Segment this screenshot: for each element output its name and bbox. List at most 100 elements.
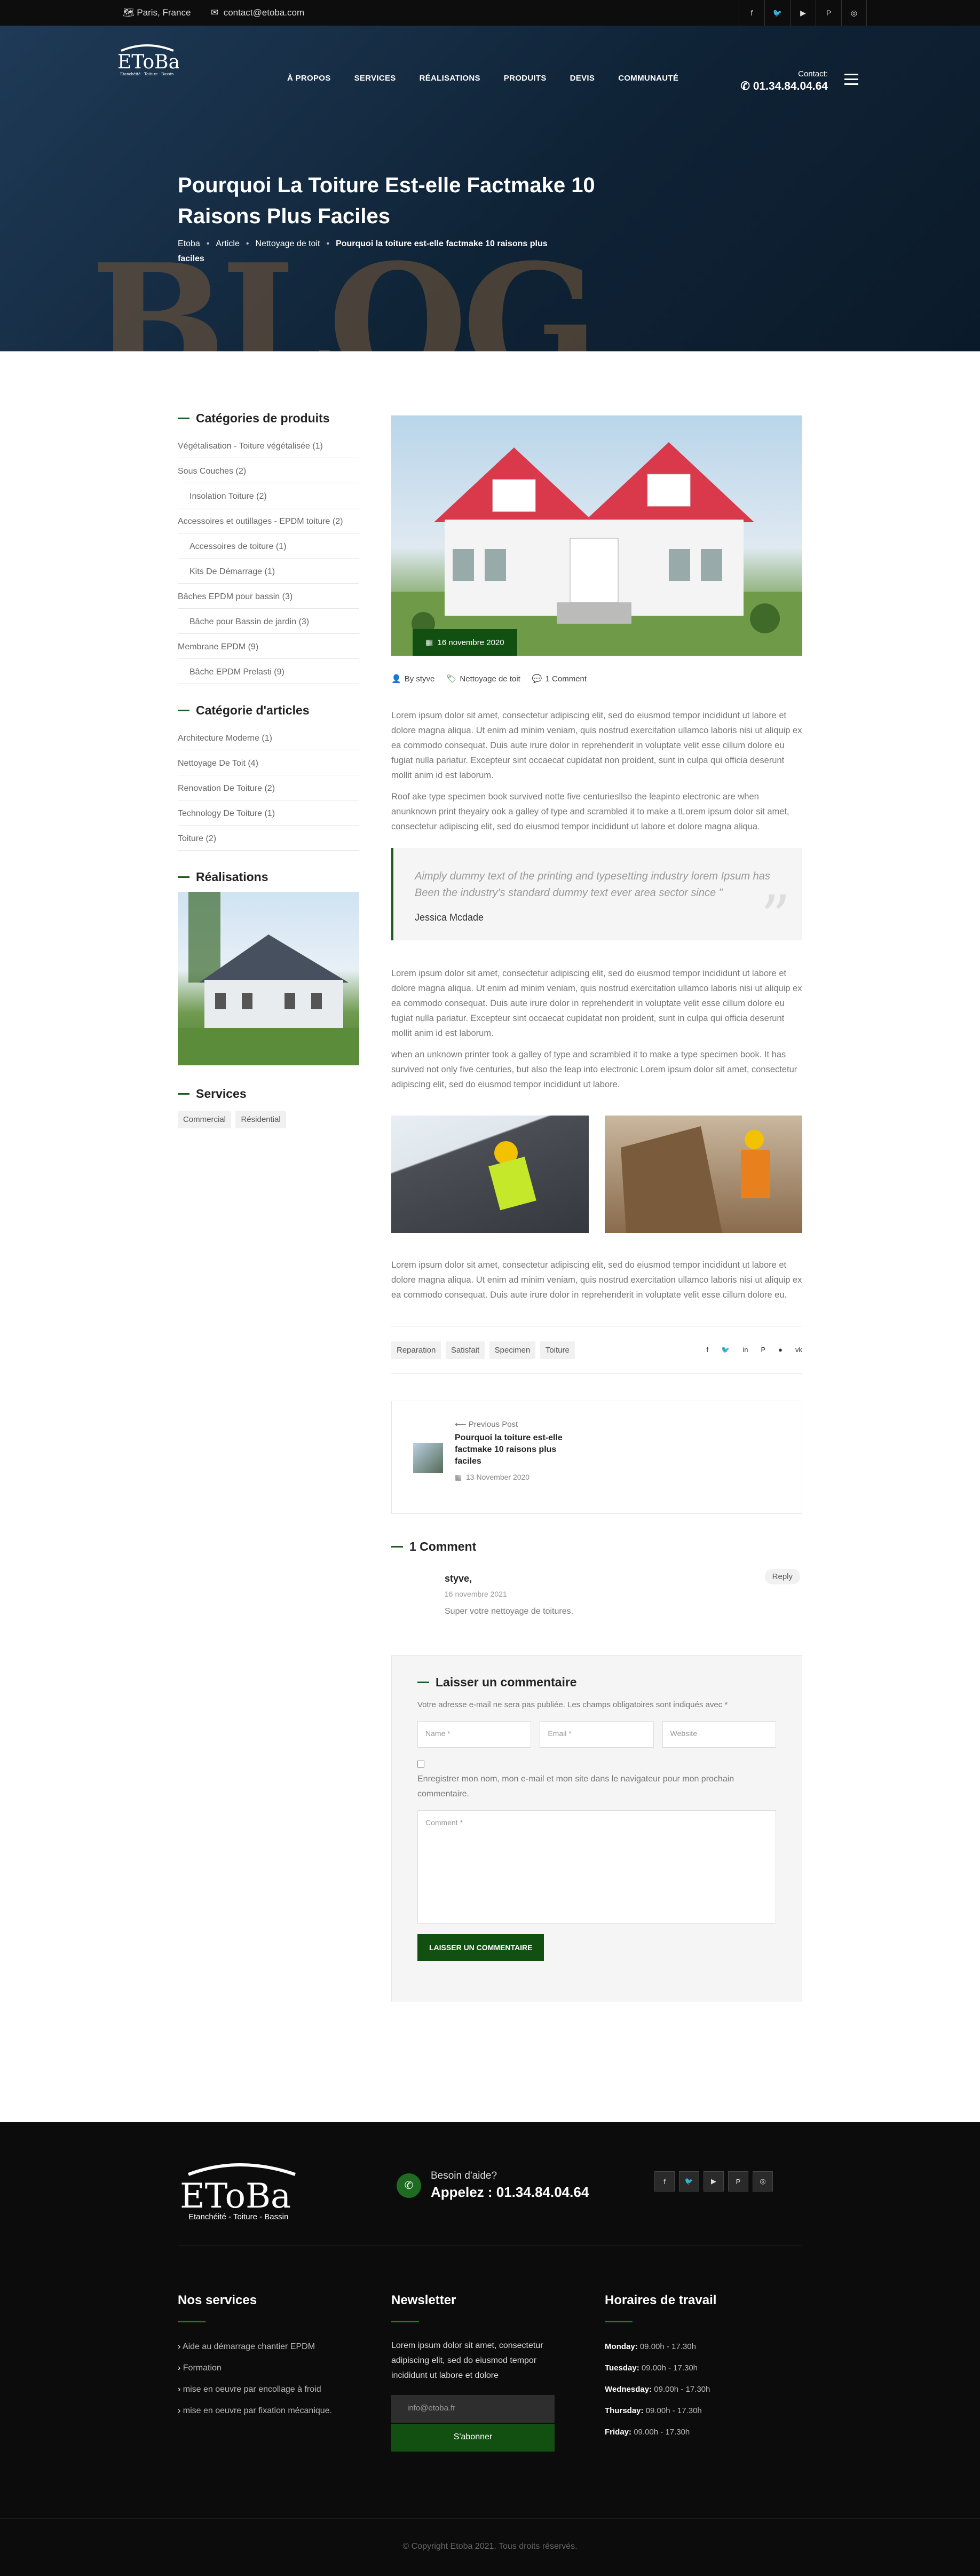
nav-communaute[interactable]: COMMUNAUTÉ xyxy=(618,74,678,83)
tag-icon: 🏷 xyxy=(446,674,457,684)
footer-service-link[interactable]: › Aide au démarrage chantier EPDM xyxy=(178,2336,359,2358)
footer-logo[interactable]: EToBa Etanchéité - Toiture - Bassin xyxy=(178,2154,301,2226)
post-comments-count[interactable]: 💬 1 Comment xyxy=(532,674,587,684)
footer-service-link[interactable]: › mise en oeuvre par encollage à froid xyxy=(178,2379,359,2400)
services-title: Services xyxy=(178,1087,359,1101)
hours-row: Friday: 09.00h - 17.30h xyxy=(605,2428,690,2437)
article-category-item[interactable]: Architecture Moderne (1) xyxy=(178,725,359,750)
prev-post-thumbnail[interactable] xyxy=(413,1443,443,1473)
nav-realisations[interactable]: RÉALISATIONS xyxy=(420,74,480,83)
service-tag-commercial[interactable]: Commercial xyxy=(178,1111,232,1128)
email-field[interactable]: Email * xyxy=(540,1721,654,1748)
post-category[interactable]: 🏷 Nettoyage de toit xyxy=(446,674,520,684)
product-category-item[interactable]: Bâche EPDM Prelasti (9) xyxy=(178,659,359,684)
facebook-icon[interactable]: f xyxy=(739,0,764,26)
product-category-item[interactable]: Accessoires et outillages - EPDM toiture… xyxy=(178,508,359,533)
pinterest-icon[interactable]: P xyxy=(761,1346,765,1354)
nav-services[interactable]: SERVICES xyxy=(354,74,396,83)
gallery-image-1 xyxy=(391,1116,589,1233)
header-contact[interactable]: Contact: ✆ 01.34.84.04.64 xyxy=(740,69,828,93)
footer-help[interactable]: ✆ Besoin d'aide? Appelez : 01.34.84.04.6… xyxy=(397,2170,589,2201)
website-field[interactable]: Website xyxy=(662,1721,776,1748)
newsletter-email-input[interactable]: info@etoba.fr xyxy=(391,2395,555,2423)
breadcrumb-category[interactable]: Nettoyage de toit xyxy=(255,239,320,248)
email-info[interactable]: ✉ contact@etoba.com xyxy=(211,7,304,18)
house-photo xyxy=(391,442,802,656)
name-field[interactable]: Name * xyxy=(417,1721,532,1748)
quote-author: Jessica Mcdade xyxy=(415,912,484,923)
nav-devis[interactable]: DEVIS xyxy=(570,74,595,83)
phone-icon: ✆ xyxy=(397,2173,421,2198)
product-category-item[interactable]: Accessoires de toiture (1) xyxy=(178,533,359,559)
breadcrumb-article[interactable]: Article xyxy=(216,239,239,248)
svg-text:EToBa: EToBa xyxy=(180,2177,291,2216)
hours-title: Horaires de travail xyxy=(605,2293,802,2322)
youtube-icon[interactable]: ▶ xyxy=(704,2171,724,2192)
product-category-item[interactable]: Membrane EPDM (9) xyxy=(178,634,359,659)
comments-title: 1 Comment xyxy=(391,1540,802,1554)
post-tag[interactable]: Satisfait xyxy=(445,1341,485,1359)
article-category-item[interactable]: Toiture (2) xyxy=(178,826,359,851)
reddit-icon[interactable]: ● xyxy=(778,1346,783,1354)
copyright: © Copyright Etoba 2021. Tous droits rése… xyxy=(402,2542,578,2551)
menu-icon[interactable] xyxy=(844,74,858,88)
chevron-right-icon: › xyxy=(178,2406,183,2415)
linkedin-icon[interactable]: in xyxy=(742,1346,748,1354)
article-category-item[interactable]: Technology De Toiture (1) xyxy=(178,800,359,826)
prev-post-title[interactable]: Pourquoi la toiture est-elle factmake 10… xyxy=(455,1432,578,1467)
mail-icon: ✉ xyxy=(211,7,219,18)
post-tag[interactable]: Specimen xyxy=(489,1341,536,1359)
form-note: Votre adresse e-mail ne sera pas publiée… xyxy=(417,1700,728,1709)
product-category-item[interactable]: Insolation Toiture (2) xyxy=(178,483,359,508)
reply-button[interactable]: Reply xyxy=(764,1569,800,1584)
post-navigation: ⟵ Previous Post Pourquoi la toiture est-… xyxy=(391,1401,802,1514)
product-category-item[interactable]: Bâches EPDM pour bassin (3) xyxy=(178,584,359,609)
post-content: ▦ 16 novembre 2020 👤 By styve 🏷 Nettoyage … xyxy=(391,415,802,2001)
post-author[interactable]: 👤 By styve xyxy=(391,674,434,684)
realisation-image[interactable] xyxy=(178,892,359,1065)
product-category-item[interactable]: Sous Couches (2) xyxy=(178,458,359,483)
facebook-icon[interactable]: f xyxy=(654,2171,675,2192)
twitter-icon[interactable]: 🐦 xyxy=(679,2171,699,2192)
svg-text:Etanchéité - Toiture - Bassin: Etanchéité - Toiture - Bassin xyxy=(188,2212,288,2221)
product-categories-list: Végétalisation - Toiture végétalisée (1)… xyxy=(178,433,359,684)
pinterest-icon[interactable]: P xyxy=(728,2171,748,2192)
post-tag[interactable]: Reparation xyxy=(391,1341,441,1359)
post-paragraph: when an unknown printer took a galley of… xyxy=(391,1050,797,1089)
house-photo xyxy=(178,892,359,1065)
footer-service-link[interactable]: › mise en oeuvre par fixation mécanique. xyxy=(178,2400,359,2422)
hours-row: Tuesday: 09.00h - 17.30h xyxy=(605,2363,698,2373)
vk-icon[interactable]: vk xyxy=(795,1346,802,1354)
service-tag-residential[interactable]: Résidential xyxy=(235,1111,286,1128)
nav-produits[interactable]: PRODUITS xyxy=(504,74,547,83)
map-icon: 🗺 xyxy=(123,7,135,18)
comment-item: styve, 16 novembre 2021 Super votre nett… xyxy=(391,1569,802,1627)
footer-bottom-divider xyxy=(0,2518,980,2519)
header-logo[interactable]: EToBa Etanchéité · Toiture · Bassin xyxy=(115,39,180,78)
submit-comment-button[interactable]: LAISSER UN COMMENTAIRE xyxy=(417,1934,544,1961)
post-tag[interactable]: Toiture xyxy=(540,1341,575,1359)
comment-textarea[interactable]: Comment * xyxy=(417,1810,776,1923)
chevron-right-icon: › xyxy=(178,2342,183,2351)
logo-mark: EToBaEtanchéité - Toiture - Bassin xyxy=(180,2163,296,2221)
twitter-icon[interactable]: 🐦 xyxy=(764,0,790,26)
article-category-item[interactable]: Nettoyage De Toit (4) xyxy=(178,750,359,775)
article-category-item[interactable]: Renovation De Toiture (2) xyxy=(178,775,359,800)
youtube-icon[interactable]: ▶ xyxy=(790,0,816,26)
save-info-checkbox[interactable] xyxy=(417,1761,424,1768)
pinterest-icon[interactable]: P xyxy=(816,0,841,26)
product-category-item[interactable]: Végétalisation - Toiture végétalisée (1) xyxy=(178,433,359,458)
subscribe-button[interactable]: S'abonner xyxy=(391,2424,555,2452)
footer-service-link[interactable]: › Formation xyxy=(178,2358,359,2379)
instagram-icon[interactable]: ◎ xyxy=(841,0,867,26)
breadcrumb-home[interactable]: Etoba xyxy=(178,239,200,248)
nav-a-propos[interactable]: À PROPOS xyxy=(287,74,331,83)
prev-post-label[interactable]: ⟵ Previous Post xyxy=(455,1419,578,1429)
facebook-icon[interactable]: f xyxy=(707,1346,709,1354)
post-gallery xyxy=(391,1116,802,1233)
product-category-item[interactable]: Bâche pour Bassin de jardin (3) xyxy=(178,609,359,634)
footer-social: f 🐦 ▶ P ◎ xyxy=(654,2171,773,2192)
twitter-icon[interactable]: 🐦 xyxy=(721,1346,730,1354)
instagram-icon[interactable]: ◎ xyxy=(753,2171,773,2192)
product-category-item[interactable]: Kits De Démarrage (1) xyxy=(178,559,359,584)
